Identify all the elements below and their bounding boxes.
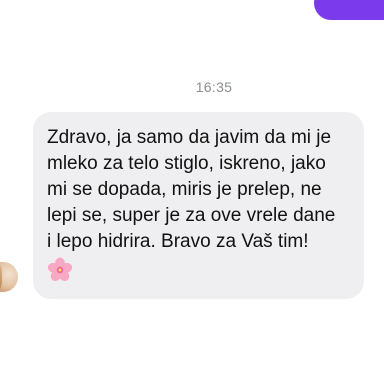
sender-avatar[interactable]	[0, 262, 18, 292]
chat-thread: 16:35 Zdravo, ja samo da javim da mi je …	[0, 0, 384, 384]
sent-message-bubble[interactable]	[314, 0, 384, 20]
cherry-blossom-icon	[47, 257, 73, 281]
received-message-bubble[interactable]: Zdravo, ja samo da javim da mi je mleko …	[33, 112, 364, 299]
message-text: Zdravo, ja samo da javim da mi je mleko …	[47, 127, 336, 252]
message-timestamp: 16:35	[195, 79, 233, 95]
avatar-hair	[0, 262, 2, 292]
